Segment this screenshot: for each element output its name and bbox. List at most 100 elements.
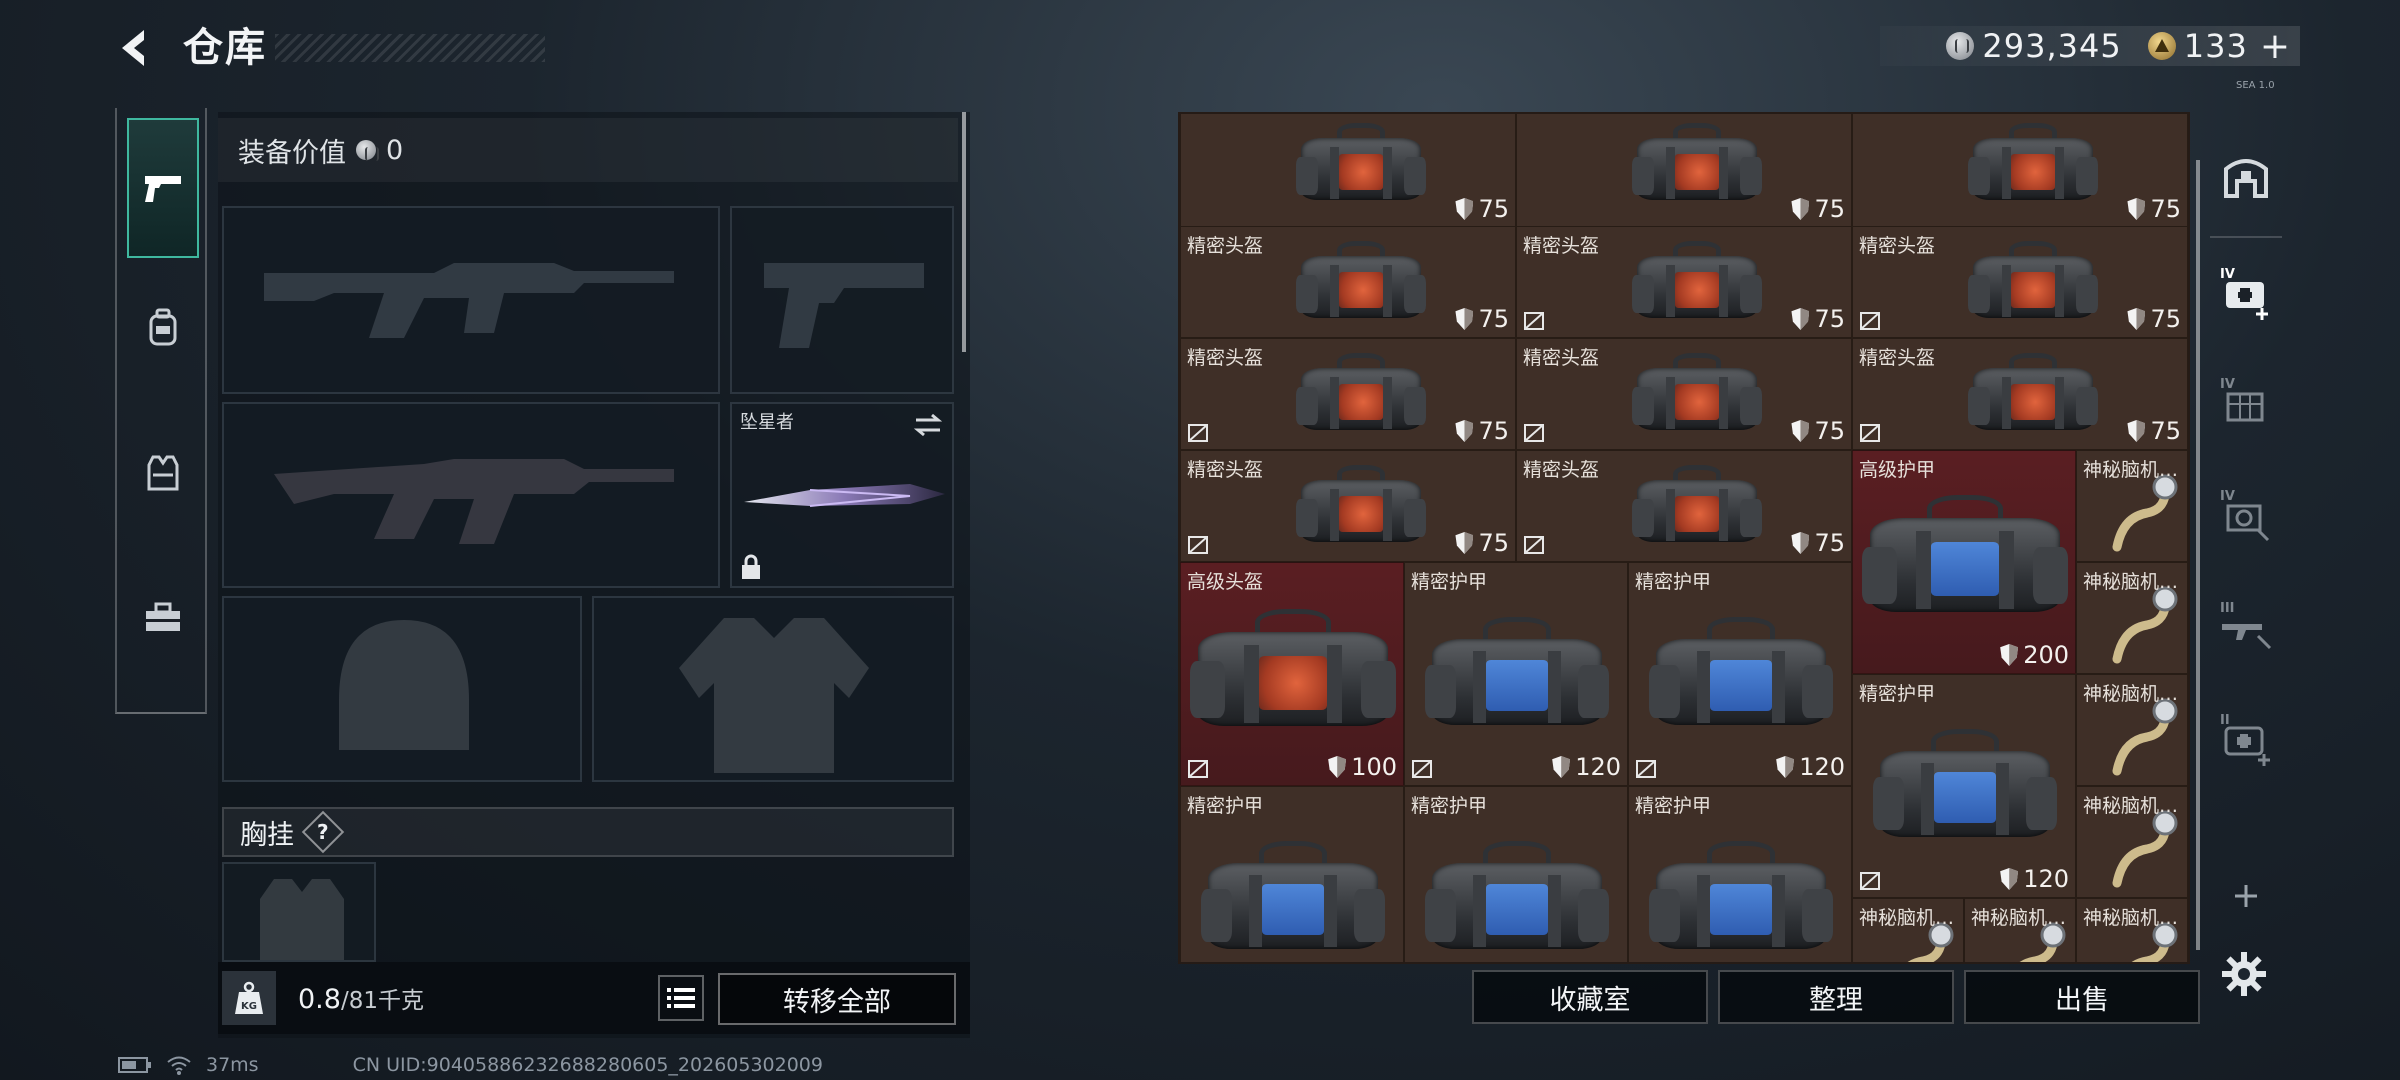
no-insurance-icon [1188,424,1208,442]
transfer-all-button[interactable]: 转移全部 [718,973,956,1025]
primary-weapon-slot[interactable] [222,206,720,394]
add-gold-button[interactable]: + [2260,26,2290,67]
dagger-icon [744,484,945,507]
tab-backpack[interactable] [127,258,199,398]
storage-item[interactable]: 神秘脑机… [2076,898,2188,962]
no-insurance-icon [1412,760,1432,778]
storage-item[interactable]: 精密头盔 75 [1180,226,1516,338]
item-name: 神秘脑机… [2083,683,2179,705]
storage-item[interactable]: 神秘脑机… [1964,898,2076,962]
weight-max: /81千克 [340,988,424,1014]
storage-item[interactable]: 精密头盔 75 [1516,338,1852,450]
storage-item[interactable]: 精密头盔 75 [1516,226,1852,338]
item-name: 精密头盔 [1859,347,1936,369]
medkit-ii-button[interactable]: II [2218,710,2274,766]
no-insurance-icon [1188,536,1208,554]
helmet-case-icon [1632,353,1762,439]
storage-grid: 75 75 75 精密头盔 75 精密头盔 75 精密头盔 75 精密头盔 75 精密头盔 75 精密头盔… [1178,112,2190,964]
helmet-slot[interactable] [222,596,582,782]
chest-rig-slot[interactable] [222,862,376,962]
tab-weapon[interactable] [127,118,199,258]
lock-icon [742,554,760,579]
storage-item[interactable]: 高级护甲 200 [1852,450,2076,674]
swap-icon[interactable] [912,412,944,438]
durability-value: 120 [1575,753,1621,781]
list-view-button[interactable] [658,975,704,1021]
no-insurance-icon [1188,760,1208,778]
storage-item[interactable]: 神秘脑机… [2076,674,2188,786]
durability-shield-icon [2000,644,2019,666]
equipment-scrollbar[interactable] [962,112,966,352]
silver-amount: 293,345 [1982,27,2122,65]
item-name: 精密护甲 [1859,683,1936,705]
item-name: 神秘脑机… [2083,571,2179,593]
pistol-silhouette-icon [764,263,924,348]
storage-item[interactable]: 精密护甲30 [1628,786,1852,962]
helmet-case-icon [1968,353,2098,439]
collection-room-button[interactable]: 收藏室 [1472,970,1708,1024]
helmet-case-icon [1632,123,1762,209]
uid-text: CN UID:9040588623268828​0605_20260530200… [352,1054,823,1076]
durability-value: 75 [2150,305,2181,333]
storage-item[interactable]: 75 [1516,114,1852,228]
gear-icon[interactable] [2220,950,2268,998]
durability-value: 75 [1478,529,1509,557]
storage-item[interactable]: 75 [1852,114,2188,228]
no-insurance-icon [1860,312,1880,330]
durability-value: 75 [1814,305,1845,333]
storage-item[interactable]: 精密头盔 75 [1852,338,2188,450]
storage-item[interactable]: 神秘脑机… [2076,786,2188,898]
storage-item[interactable]: 神秘脑机… [2076,450,2188,562]
sell-button[interactable]: 出售 [1964,970,2200,1024]
safe-box-button[interactable] [2218,148,2274,204]
bottom-left-bar: KG 0.8/81千克 转移全部 [218,962,970,1034]
secondary-weapon-slot[interactable] [730,206,954,394]
item-durability: 75 [2127,305,2181,333]
add-storage-button[interactable] [2218,868,2274,924]
storage-item[interactable]: 精密头盔 75 [1180,338,1516,450]
help-icon[interactable]: ? [301,810,345,854]
item-name: 高级护甲 [1859,459,1936,481]
medkit-iv-button[interactable]: IV [2218,264,2274,320]
storage-item[interactable]: 精密头盔 75 [1852,226,2188,338]
tab-toolbox[interactable] [127,548,199,688]
armor-case-icon [1873,729,2057,849]
no-insurance-icon [1636,760,1656,778]
body-armor-slot[interactable] [592,596,954,782]
equipment-value-label: 装备价值 [238,137,346,169]
battery-icon [118,1057,151,1073]
organize-button[interactable]: 整理 [1718,970,1954,1024]
storage-item[interactable]: 精密护甲120 [1404,562,1628,786]
tab-vest[interactable] [127,403,199,543]
storage-item[interactable]: 精密头盔 75 [1180,450,1516,562]
silver-coin-icon [1946,32,1975,60]
side-tabs [115,108,207,714]
item-name: 精密头盔 [1187,459,1264,481]
back-button[interactable] [110,22,160,74]
medkit-ii-icon: II [2220,713,2270,766]
storage-item[interactable]: 神秘脑机… [2076,562,2188,674]
melee-slot[interactable]: 坠星者 [730,402,954,588]
durability-shield-icon [1791,532,1810,554]
durability-value: 120 [1799,753,1845,781]
storage-item[interactable]: 精密护甲120 [1180,786,1404,962]
crate-iv-button[interactable]: IV [2218,374,2274,430]
camera-iv-button[interactable]: IV [2218,486,2274,542]
item-durability: 75 [2127,417,2181,445]
version-tag: SEA 1.0 [2236,80,2275,91]
helmet-case-icon [1632,465,1762,551]
storage-item[interactable]: 精密头盔 75 [1516,450,1852,562]
helmet-case-icon [1296,465,1426,551]
secondary-rifle-slot[interactable] [222,402,720,588]
durability-value: 75 [2150,195,2181,223]
storage-item[interactable]: 精密护甲120 [1404,786,1628,962]
storage-item[interactable]: 75 [1180,114,1516,228]
storage-item[interactable]: 精密护甲120 [1628,562,1852,786]
item-name: 精密头盔 [1187,235,1264,257]
item-durability: 75 [1791,305,1845,333]
storage-item[interactable]: 神秘脑机… [1852,898,1964,962]
rifle-iii-button[interactable]: III [2218,598,2274,654]
durability-shield-icon [1791,420,1810,442]
storage-item[interactable]: 高级头盔 100 [1180,562,1404,786]
storage-item[interactable]: 精密护甲120 [1852,674,2076,898]
